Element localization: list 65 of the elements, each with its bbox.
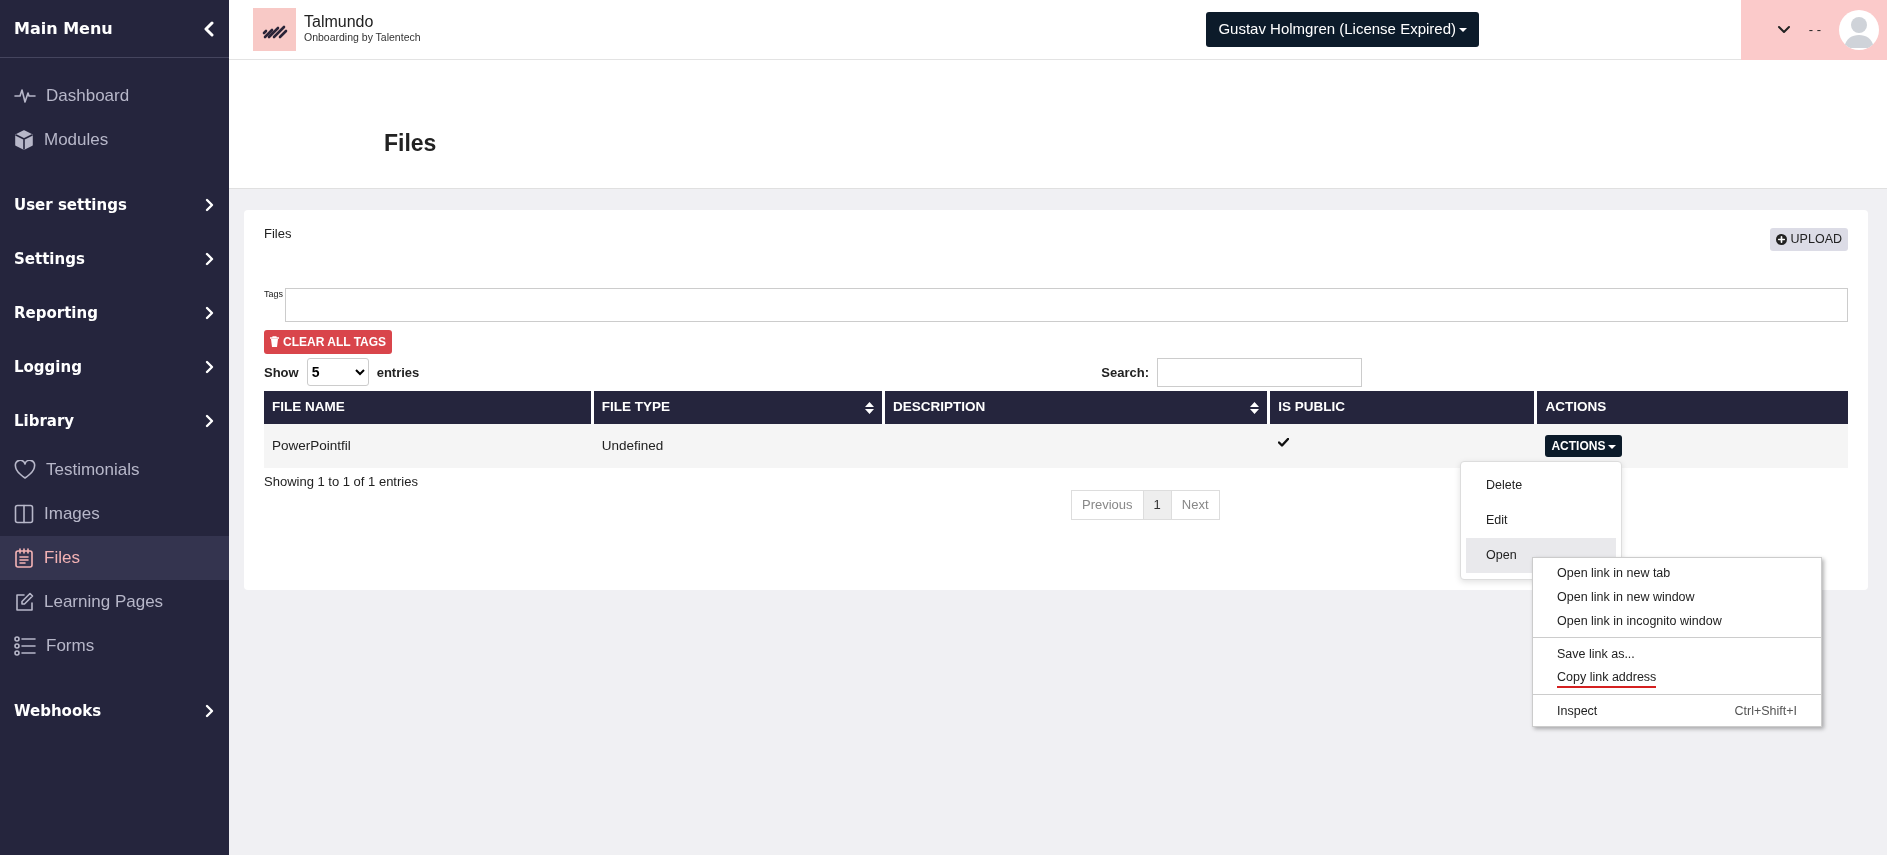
chevron-right-icon — [205, 360, 215, 374]
brand-tagline: Onboarding by Talentech — [304, 30, 421, 46]
sidebar-section[interactable]: Library — [0, 394, 229, 448]
columns-icon — [14, 504, 34, 524]
entries-info: Showing 1 to 1 of 1 entries — [264, 472, 418, 491]
plus-circle-icon — [1775, 233, 1787, 245]
sidebar-item[interactable]: Modules — [0, 118, 229, 162]
sidebar-section[interactable]: User settings — [0, 178, 229, 232]
edit-icon — [14, 592, 34, 612]
search-field[interactable] — [1157, 357, 1362, 387]
context-menu-item[interactable]: Save link as... — [1557, 644, 1635, 664]
avatar-icon — [1839, 9, 1879, 50]
chevron-right-icon — [205, 414, 215, 428]
user-dropdown-button[interactable]: Gustav Holmgren (License Expired) — [1206, 12, 1479, 47]
card-title: Files — [264, 225, 292, 243]
clear-tags-button[interactable]: CLEAR ALL TAGS — [264, 329, 393, 354]
table-cell: Undefined — [593, 423, 886, 468]
context-menu-item[interactable]: Copy link address — [1557, 667, 1657, 689]
menu-item[interactable]: Delete — [1466, 468, 1616, 503]
logo-icon — [253, 8, 296, 51]
notepad-icon — [14, 548, 34, 568]
pagination-button[interactable]: 1 — [1142, 490, 1172, 520]
list-icon — [14, 636, 36, 656]
pulse-icon — [14, 87, 36, 105]
chevron-down-icon — [1776, 24, 1791, 35]
search-label: Search: — [1101, 363, 1149, 382]
trash-icon — [270, 336, 279, 348]
heart-icon — [14, 460, 36, 480]
sidebar-section[interactable]: Logging — [0, 340, 229, 394]
context-menu-item[interactable]: Open link in new window — [1557, 587, 1695, 607]
sidebar-section[interactable]: Settings — [0, 232, 229, 286]
sidebar-item[interactable]: Forms — [0, 624, 229, 668]
chevron-right-icon — [205, 704, 215, 718]
column-header: FILE NAME — [264, 390, 594, 424]
sidebar-item[interactable]: Learning Pages — [0, 580, 229, 624]
entries-select[interactable]: 5 — [306, 358, 369, 387]
sidebar-item[interactable]: Files — [0, 536, 229, 580]
actions-button[interactable]: ACTIONS — [1545, 434, 1623, 457]
sidebar-section[interactable]: Reporting — [0, 286, 229, 340]
entries-label: entries — [376, 363, 420, 382]
sidebar-item[interactable]: Testimonials — [0, 448, 229, 492]
sidebar-item[interactable]: Images — [0, 492, 229, 536]
show-label: Show — [264, 363, 299, 382]
upload-button[interactable]: UPLOAD — [1769, 228, 1848, 251]
sidebar-item[interactable]: Dashboard — [0, 74, 229, 118]
context-menu-item[interactable]: Inspect — [1557, 701, 1598, 721]
table-cell: PowerPointfil — [264, 423, 594, 468]
menu-title: Main Menu — [14, 17, 113, 40]
brand-name: Talmundo — [304, 12, 375, 31]
column-header: ACTIONS — [1537, 390, 1848, 424]
menu-item[interactable]: Edit — [1466, 503, 1616, 538]
column-header-label: DESCRIPTION — [893, 399, 986, 415]
chevron-right-icon — [205, 198, 215, 212]
cube-icon — [14, 130, 34, 150]
column-header-label: FILE TYPE — [601, 399, 671, 415]
tags-field[interactable] — [285, 287, 1848, 322]
chevron-right-icon — [205, 252, 215, 266]
tags-label: Tags — [264, 287, 284, 301]
context-menu-item[interactable]: Open link in incognito window — [1557, 611, 1722, 631]
page-title: Files — [384, 130, 437, 158]
user-name: - - — [1808, 20, 1821, 39]
collapse-icon[interactable] — [203, 20, 215, 37]
shortcut-label: Ctrl+Shift+I — [1734, 702, 1797, 720]
chevron-right-icon — [205, 306, 215, 320]
sidebar-section[interactable]: Webhooks — [0, 684, 229, 738]
